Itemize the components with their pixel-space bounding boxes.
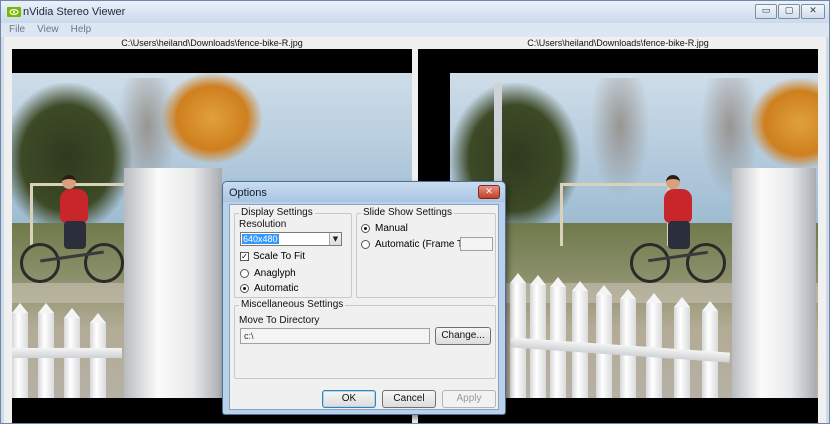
ok-button[interactable]: OK [322, 390, 376, 408]
anaglyph-label: Anaglyph [254, 268, 296, 279]
miscellaneous-settings-label: Miscellaneous Settings [239, 299, 346, 310]
close-window-button[interactable]: ✕ [801, 4, 825, 19]
title-bar[interactable]: nVidia Stereo Viewer ▭ ▢ ✕ [1, 1, 829, 23]
menu-view[interactable]: View [37, 23, 59, 37]
left-image-caption: C:\Users\heiland\Downloads\fence-bike-R.… [121, 38, 303, 48]
dialog-title-bar[interactable]: Options ✕ [223, 182, 505, 202]
frame-time-input[interactable] [460, 237, 493, 251]
slide-show-settings-label: Slide Show Settings [361, 207, 454, 218]
anaglyph-radio[interactable]: Anaglyph [240, 268, 296, 279]
manual-radio[interactable]: Manual [361, 223, 408, 234]
chevron-down-icon[interactable]: ▼ [329, 233, 341, 245]
miscellaneous-settings-group: Miscellaneous Settings Move To Directory… [234, 299, 496, 379]
menu-file[interactable]: File [9, 23, 25, 37]
radio-on-icon[interactable] [361, 224, 370, 233]
dialog-close-button[interactable]: ✕ [478, 185, 500, 199]
main-window: nVidia Stereo Viewer ▭ ▢ ✕ File View Hel… [0, 0, 830, 424]
change-directory-button[interactable]: Change... [435, 327, 491, 345]
options-dialog: Options ✕ Display Settings Resolution 64… [222, 181, 506, 415]
automatic-display-label: Automatic [254, 283, 299, 294]
checkmark-icon[interactable]: ✓ [240, 252, 249, 261]
menu-bar: File View Help [1, 23, 829, 37]
manual-label: Manual [375, 223, 408, 234]
resolution-value: 640x480 [242, 234, 279, 244]
minimize-button[interactable]: ▭ [755, 4, 777, 19]
resolution-label: Resolution [239, 219, 287, 230]
display-settings-label: Display Settings [239, 207, 315, 218]
dialog-body: Display Settings Resolution 640x480 ▼ ✓ … [229, 204, 499, 410]
window-title: nVidia Stereo Viewer [23, 6, 126, 18]
radio-off-icon[interactable] [361, 240, 370, 249]
directory-input[interactable]: c:\ [240, 328, 430, 344]
nvidia-logo-icon [7, 7, 21, 17]
radio-off-icon[interactable] [240, 269, 249, 278]
move-to-directory-label: Move To Directory [239, 315, 320, 326]
display-settings-group: Display Settings Resolution 640x480 ▼ ✓ … [234, 207, 352, 298]
slide-show-settings-group: Slide Show Settings Manual Automatic (Fr… [356, 207, 496, 298]
apply-button[interactable]: Apply [442, 390, 496, 408]
resolution-dropdown[interactable]: 640x480 ▼ [240, 232, 342, 246]
maximize-button[interactable]: ▢ [778, 4, 800, 19]
dialog-title: Options [229, 187, 267, 199]
cancel-button[interactable]: Cancel [382, 390, 436, 408]
right-image-caption: C:\Users\heiland\Downloads\fence-bike-R.… [527, 38, 709, 48]
scale-to-fit-checkbox[interactable]: ✓ Scale To Fit [240, 251, 305, 262]
automatic-display-radio[interactable]: Automatic [240, 283, 298, 294]
menu-help[interactable]: Help [71, 23, 92, 37]
scale-to-fit-label: Scale To Fit [253, 251, 306, 262]
radio-on-icon[interactable] [240, 284, 249, 293]
